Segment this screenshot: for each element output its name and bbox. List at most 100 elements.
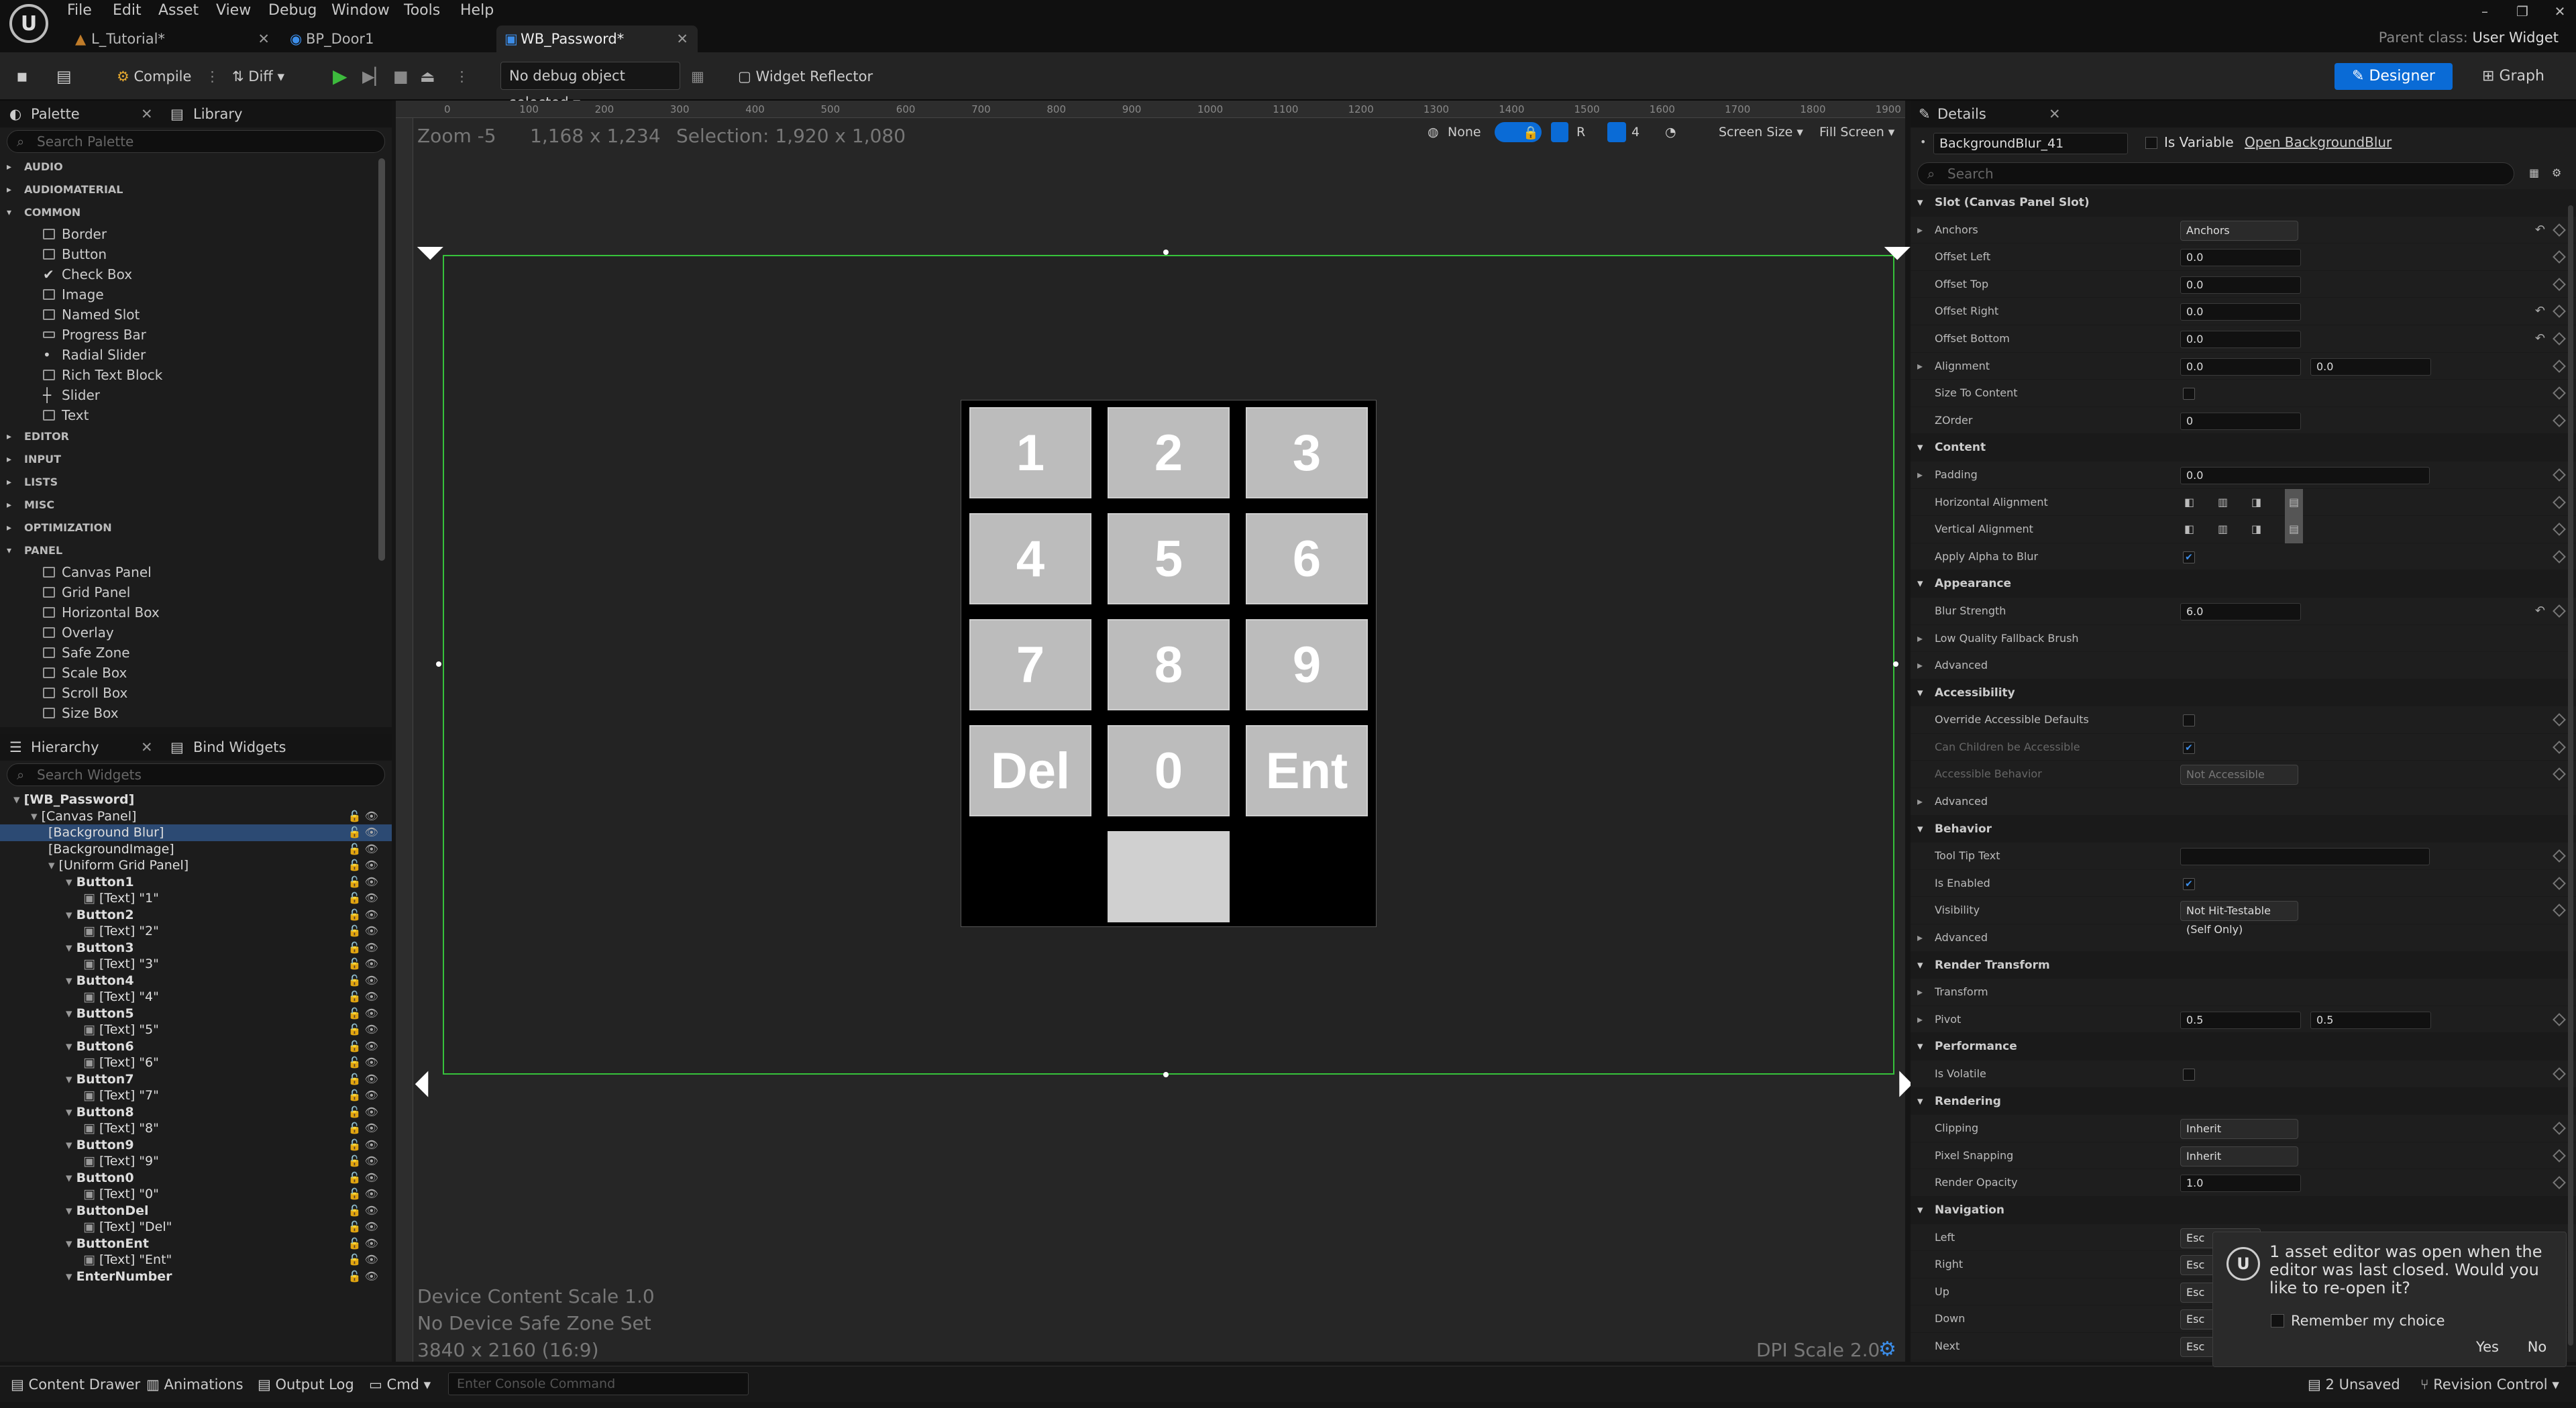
hierarchy-item[interactable]: ▣ [Text] "2" 🔓 👁 bbox=[0, 923, 392, 940]
tab-bind-widgets[interactable]: Bind Widgets bbox=[193, 734, 286, 761]
menu-tools[interactable]: Tools bbox=[404, 0, 440, 21]
lock-visibility-icon[interactable]: 🔓 👁 bbox=[348, 841, 378, 858]
category-panel[interactable]: PANEL bbox=[0, 539, 392, 562]
property-dropdown[interactable]: Inherit bbox=[2180, 1146, 2298, 1167]
details-section[interactable]: Render Transform bbox=[1911, 951, 2576, 979]
keyframe-diamond-icon[interactable] bbox=[2553, 876, 2566, 890]
alignment-option-icon[interactable]: ▤ bbox=[2285, 488, 2304, 517]
designer-button[interactable]: ✎ Designer bbox=[2334, 63, 2453, 90]
close-icon[interactable]: ✕ bbox=[2049, 101, 2061, 127]
keypad-button-6[interactable]: 6 bbox=[1246, 513, 1368, 604]
hierarchy-item[interactable]: ▣ [Text] "7" 🔓 👁 bbox=[0, 1087, 392, 1104]
keypad-button-3[interactable]: 3 bbox=[1246, 407, 1368, 498]
hierarchy-item[interactable]: ▾ Button5 🔓 👁 bbox=[0, 1006, 392, 1022]
menu-edit[interactable]: Edit bbox=[113, 0, 142, 21]
keyframe-diamond-icon[interactable] bbox=[2553, 523, 2566, 537]
menu-window[interactable]: Window bbox=[331, 0, 390, 21]
resize-handle-right[interactable] bbox=[1893, 661, 1898, 667]
yes-button[interactable]: Yes bbox=[2465, 1334, 2510, 1360]
lock-visibility-icon[interactable]: 🔓 👁 bbox=[348, 890, 378, 907]
keyframe-diamond-icon[interactable] bbox=[2553, 1122, 2566, 1136]
tab-wb-password[interactable]: ▣ WB_Password* ✕ bbox=[496, 25, 698, 52]
resize-handle-top[interactable] bbox=[1163, 250, 1169, 255]
reset-icon[interactable]: ↶ bbox=[2535, 217, 2545, 244]
lock-visibility-icon[interactable]: 🔓 👁 bbox=[348, 808, 378, 825]
localization-none[interactable]: None bbox=[1448, 125, 1481, 140]
lock-visibility-icon[interactable]: 🔓 👁 bbox=[348, 907, 378, 924]
lock-visibility-icon[interactable]: 🔓 👁 bbox=[348, 989, 378, 1006]
hierarchy-item[interactable]: [BackgroundImage] 🔓 👁 bbox=[0, 841, 392, 858]
property-value-input[interactable]: 6.0 bbox=[2180, 602, 2301, 620]
details-section[interactable]: Navigation bbox=[1911, 1196, 2576, 1224]
stop-icon[interactable]: ■ bbox=[393, 64, 409, 89]
keyframe-diamond-icon[interactable] bbox=[2553, 1067, 2566, 1081]
close-icon[interactable]: ✕ bbox=[141, 101, 153, 127]
respect-locks-icon[interactable] bbox=[1551, 122, 1568, 142]
palette-item-border[interactable]: Border bbox=[0, 224, 392, 244]
eject-icon[interactable]: ⏏ bbox=[420, 64, 435, 89]
property-value-x-input[interactable]: 0.5 bbox=[2180, 1011, 2301, 1029]
parent-class-value[interactable]: User Widget bbox=[2473, 30, 2559, 46]
lock-visibility-icon[interactable]: 🔓 👁 bbox=[348, 874, 378, 891]
palette-item-checkbox[interactable]: ✔ Check Box bbox=[0, 264, 392, 284]
lock-visibility-icon[interactable]: 🔓 👁 bbox=[348, 857, 378, 874]
keyframe-diamond-icon[interactable] bbox=[2553, 250, 2566, 264]
category-common[interactable]: COMMON bbox=[0, 201, 392, 224]
output-log-button[interactable]: ▤ Output Log bbox=[258, 1374, 354, 1395]
palette-item-overlay[interactable]: Overlay bbox=[0, 622, 392, 643]
palette-item-scale-box[interactable]: Scale Box bbox=[0, 663, 392, 683]
lock-visibility-icon[interactable]: 🔓 👁 bbox=[348, 1006, 378, 1022]
hierarchy-item[interactable]: ▾ [Canvas Panel] 🔓 👁 bbox=[0, 808, 392, 825]
hierarchy-item[interactable]: ▾ Button3 🔓 👁 bbox=[0, 940, 392, 957]
hierarchy-item[interactable]: ▾ ButtonDel 🔓 👁 bbox=[0, 1203, 392, 1220]
hierarchy-item[interactable]: ▣ [Text] "1" 🔓 👁 bbox=[0, 890, 392, 907]
content-drawer-button[interactable]: ▤ Content Drawer bbox=[11, 1374, 140, 1395]
lock-visibility-icon[interactable]: 🔓 👁 bbox=[348, 1071, 378, 1088]
keyframe-diamond-icon[interactable] bbox=[2553, 767, 2566, 781]
property-checkbox[interactable] bbox=[2183, 1069, 2195, 1081]
keyframe-diamond-icon[interactable] bbox=[2553, 713, 2566, 727]
close-icon[interactable]: ✕ bbox=[676, 25, 688, 52]
lock-visibility-icon[interactable]: 🔓 👁 bbox=[348, 923, 378, 940]
compile-button[interactable]: ⚙ Compile bbox=[117, 64, 191, 89]
property-checkbox[interactable]: ✔ bbox=[2183, 877, 2195, 890]
details-section[interactable]: Appearance bbox=[1911, 570, 2576, 598]
hierarchy-item[interactable]: ▣ [Text] "0" 🔓 👁 bbox=[0, 1186, 392, 1203]
property-dropdown[interactable]: Not Accessible bbox=[2180, 765, 2298, 786]
lock-visibility-icon[interactable]: 🔓 👁 bbox=[348, 1252, 378, 1268]
hierarchy-item[interactable]: ▾ ButtonEnt 🔓 👁 bbox=[0, 1236, 392, 1252]
enter-number-display[interactable] bbox=[1108, 831, 1230, 922]
hierarchy-item[interactable]: ▾ Button4 🔓 👁 bbox=[0, 973, 392, 989]
hierarchy-item[interactable]: [Background Blur] 🔓 👁 bbox=[0, 824, 392, 841]
property-value-input[interactable]: 1.0 bbox=[2180, 1175, 2301, 1193]
reset-icon[interactable]: ↶ bbox=[2535, 598, 2545, 625]
keypad-button-2[interactable]: 2 bbox=[1108, 407, 1230, 498]
property-checkbox[interactable]: ✔ bbox=[2183, 551, 2195, 563]
lock-visibility-icon[interactable]: 🔓 👁 bbox=[348, 1137, 378, 1154]
palette-item-button[interactable]: Button bbox=[0, 244, 392, 264]
hierarchy-item[interactable]: ▣ [Text] "4" 🔓 👁 bbox=[0, 989, 392, 1006]
keyframe-diamond-icon[interactable] bbox=[2553, 305, 2566, 319]
lock-visibility-icon[interactable]: 🔓 👁 bbox=[348, 956, 378, 973]
more-icon[interactable]: ⋮ bbox=[455, 64, 469, 89]
lock-visibility-icon[interactable]: 🔓 👁 bbox=[348, 1153, 378, 1170]
keyframe-diamond-icon[interactable] bbox=[2553, 332, 2566, 345]
keypad-button-del[interactable]: Del bbox=[969, 725, 1091, 816]
menu-debug[interactable]: Debug bbox=[268, 0, 317, 21]
tab-palette[interactable]: Palette bbox=[31, 101, 80, 127]
keypad-button-4[interactable]: 4 bbox=[969, 513, 1091, 604]
lock-visibility-icon[interactable]: 🔓 👁 bbox=[348, 1268, 378, 1285]
console-input[interactable]: Enter Console Command bbox=[448, 1372, 749, 1395]
category-misc[interactable]: MISC bbox=[0, 494, 392, 517]
keyframe-diamond-icon[interactable] bbox=[2553, 359, 2566, 373]
hierarchy-item[interactable]: ▣ [Text] "3" 🔓 👁 bbox=[0, 956, 392, 973]
close-window-icon[interactable]: ✕ bbox=[2541, 0, 2576, 23]
property-checkbox[interactable] bbox=[2183, 388, 2195, 400]
menu-asset[interactable]: Asset bbox=[158, 0, 199, 21]
hierarchy-search-input[interactable]: ⌕ Search Widgets bbox=[7, 763, 385, 786]
is-variable-checkbox[interactable] bbox=[2145, 137, 2157, 149]
category-input[interactable]: INPUT bbox=[0, 448, 392, 471]
property-value-input[interactable]: 0.0 bbox=[2180, 249, 2301, 267]
screen-size-dropdown[interactable]: Screen Size ▾ bbox=[1719, 125, 1803, 140]
hierarchy-item[interactable]: ▣ [Text] "Del" 🔓 👁 bbox=[0, 1219, 392, 1236]
